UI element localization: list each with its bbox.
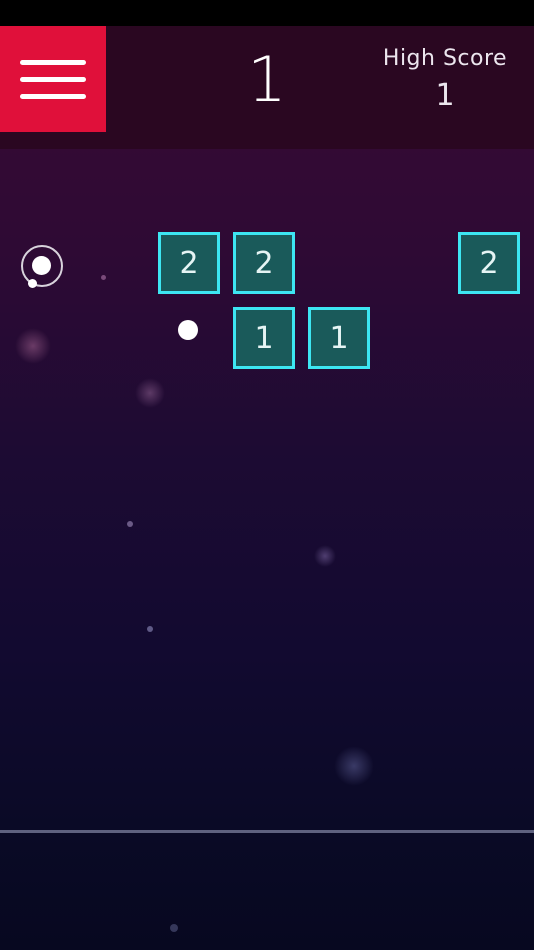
background-particle [127, 521, 133, 527]
game-screen[interactable]: 1 High Score 1 22211 [0, 0, 534, 950]
brick: 2 [458, 232, 520, 294]
background-particle [101, 275, 106, 280]
background-particle [334, 746, 374, 786]
brick: 2 [158, 232, 220, 294]
background-particle [135, 378, 165, 408]
brick: 1 [308, 307, 370, 369]
floor-line [0, 830, 534, 833]
high-score-label: High Score [382, 46, 508, 71]
background-particle [314, 545, 336, 567]
status-bar [0, 0, 534, 26]
aim-dot [28, 279, 37, 288]
ball [178, 320, 198, 340]
menu-icon-bar [20, 77, 86, 82]
launcher-ball [32, 256, 51, 275]
high-score-value: 1 [435, 78, 455, 113]
background-particle [147, 626, 153, 632]
menu-icon-bar [20, 94, 86, 99]
menu-button[interactable] [0, 26, 106, 132]
brick: 1 [233, 307, 295, 369]
current-score: 1 [247, 43, 287, 116]
brick: 2 [233, 232, 295, 294]
background-particle [170, 924, 178, 932]
menu-icon-bar [20, 60, 86, 65]
background-particle [15, 328, 51, 364]
